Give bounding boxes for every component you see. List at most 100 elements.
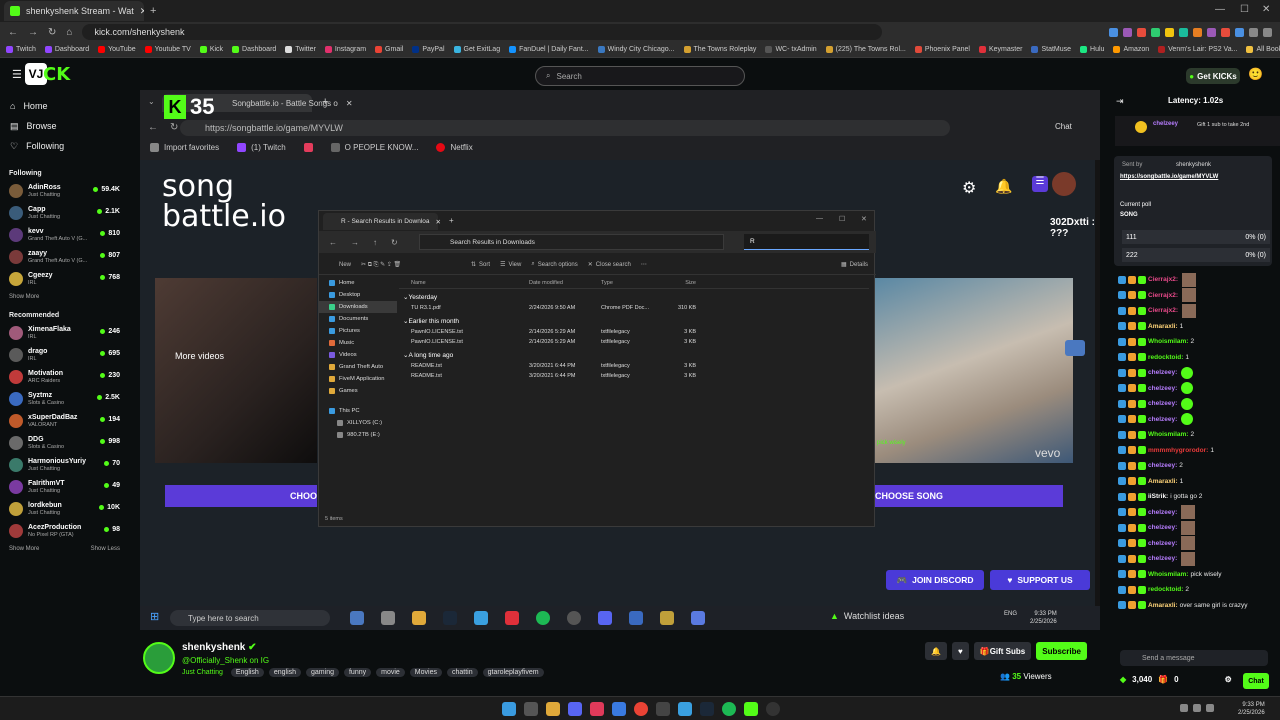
channel-item[interactable]: XimenaFlaka IRL 246: [0, 322, 130, 344]
browser-tab[interactable]: shenkyshenk Stream - Wat ✕: [4, 1, 144, 21]
channel-item[interactable]: AdinRoss Just Chatting 59.4K: [0, 180, 130, 202]
chat-username[interactable]: chelzeey:: [1148, 509, 1177, 516]
forward-icon[interactable]: →: [28, 27, 38, 38]
stream-player[interactable]: ⌄ Songbattle.io - Battle Songs o ✕ + K 35 …: [140, 90, 1100, 630]
bookmark-item[interactable]: Kick: [199, 46, 223, 53]
minimize-icon[interactable]: —: [1215, 4, 1225, 15]
channel-item[interactable]: FaIrithmVT Just Chatting 49: [0, 476, 130, 498]
bookmark-item[interactable]: Windy City Chicago...: [597, 46, 675, 53]
gift-subs-button[interactable]: 🎁 Gift Subs: [973, 642, 1032, 660]
new-tab-icon[interactable]: +: [150, 5, 156, 17]
chat-username[interactable]: chelzeey:: [1148, 385, 1177, 392]
volume-icon[interactable]: [1206, 704, 1214, 712]
chat-username[interactable]: redocktoid:: [1148, 354, 1183, 361]
chat-username[interactable]: mmmmhygrorodor:: [1148, 447, 1208, 454]
collapse-chat-icon[interactable]: ⇥: [1116, 96, 1124, 107]
bookmark-item[interactable]: Gmail: [375, 46, 403, 53]
channel-item[interactable]: Capp Just Chatting 2.1K: [0, 202, 130, 224]
kick-logo[interactable]: VJ CK: [25, 63, 80, 85]
nav-browse[interactable]: ▤ Browse: [0, 116, 130, 136]
stream-tag[interactable]: Movies: [409, 668, 442, 677]
stream-category[interactable]: Just Chatting: [182, 669, 223, 676]
nav-following[interactable]: ♡ Following: [0, 136, 130, 156]
maximize-icon[interactable]: ☐: [1240, 4, 1249, 15]
chat-username[interactable]: chelzeey:: [1148, 540, 1177, 547]
settings-icon[interactable]: ⚙: [1225, 675, 1232, 684]
bookmark-item[interactable]: PayPal: [412, 46, 445, 53]
chat-username[interactable]: chelzeey:: [1148, 462, 1177, 469]
extension-icon[interactable]: [1179, 27, 1188, 37]
bookmark-item[interactable]: FanDuel | Daily Fant...: [509, 46, 589, 53]
chat-username[interactable]: Whoismilam:: [1148, 571, 1188, 578]
extension-icon[interactable]: [1221, 27, 1230, 37]
stream-tag[interactable]: english: [268, 668, 302, 677]
chat-username[interactable]: Amaraxli:: [1148, 602, 1178, 609]
extension-icon[interactable]: [1165, 27, 1174, 37]
bookmark-item[interactable]: Dashboard: [44, 46, 89, 53]
channel-item[interactable]: kevv Grand Theft Auto V (G... 810: [0, 224, 130, 246]
kick-icon[interactable]: [744, 702, 758, 716]
reload-icon[interactable]: ↻: [48, 27, 56, 38]
app-icon[interactable]: [612, 702, 626, 716]
chat-username[interactable]: chelzeey:: [1148, 369, 1177, 376]
extension-icon[interactable]: [1123, 27, 1132, 37]
channel-item[interactable]: DDG Slots & Casino 998: [0, 432, 130, 454]
windows-icon[interactable]: [502, 702, 516, 716]
chat-username[interactable]: Cierrajx2:: [1148, 292, 1178, 299]
chat-username[interactable]: chelzeey:: [1148, 524, 1177, 531]
obs-icon[interactable]: [766, 702, 780, 716]
bookmark-item[interactable]: The Towns Roleplay: [683, 46, 756, 53]
extension-icon[interactable]: [1137, 27, 1146, 37]
channel-item[interactable]: Syztmz Slots & Casino 2.5K: [0, 388, 130, 410]
show-more-following[interactable]: Show More: [0, 290, 130, 304]
stream-tag[interactable]: movie: [376, 668, 405, 677]
chat-send-button[interactable]: Chat: [1243, 673, 1269, 689]
search-icon[interactable]: [524, 702, 538, 716]
home-icon[interactable]: ⌂: [66, 27, 72, 38]
bookmark-item[interactable]: Phoenix Panel: [914, 46, 970, 53]
bookmark-item[interactable]: Keymaster: [979, 46, 1022, 53]
stream-tag[interactable]: gtaroleplayfivem: [482, 668, 544, 677]
stream-tag[interactable]: funny: [343, 668, 372, 677]
poll-option[interactable]: 222 0% (0): [1122, 248, 1270, 262]
show-less-label[interactable]: Show Less: [91, 546, 120, 552]
bookmark-item[interactable]: Twitter: [285, 46, 316, 53]
chat-username[interactable]: Amaraxli:: [1148, 323, 1178, 330]
bookmark-item[interactable]: StatMuse: [1031, 46, 1071, 53]
chat-username[interactable]: chelzeey:: [1148, 400, 1177, 407]
chat-username[interactable]: redocktoid:: [1148, 586, 1183, 593]
bookmark-item[interactable]: Get ExitLag: [453, 46, 500, 53]
channel-item[interactable]: xSuperDadBaz VALORANT 194: [0, 410, 130, 432]
close-icon[interactable]: ✕: [140, 6, 144, 17]
app-icon[interactable]: [656, 702, 670, 716]
extension-icon[interactable]: [1249, 27, 1258, 37]
extension-icon[interactable]: [1235, 27, 1244, 37]
extension-icon[interactable]: [1207, 27, 1216, 37]
extension-icon[interactable]: [1151, 27, 1160, 37]
bookmark-item[interactable]: Dashboard: [232, 46, 276, 53]
chat-username[interactable]: chelzeey:: [1148, 555, 1177, 562]
extension-icon[interactable]: [1193, 27, 1202, 37]
bookmark-item[interactable]: Hulu: [1080, 46, 1104, 53]
bookmark-item[interactable]: WC- txAdmin: [765, 46, 817, 53]
stream-tag[interactable]: English: [230, 668, 264, 677]
channel-item[interactable]: Cgeezy IRL 768: [0, 268, 130, 290]
bookmark-item[interactable]: Amazon: [1113, 46, 1149, 53]
close-window-icon[interactable]: ✕: [1262, 4, 1270, 15]
show-more-recommended[interactable]: Show More Show Less: [0, 542, 130, 556]
channel-item[interactable]: AcezProduction No Pixel RP (GTA) 98: [0, 520, 130, 542]
bookmark-item[interactable]: YouTube: [98, 46, 136, 53]
chat-username[interactable]: iiStrik:: [1148, 493, 1168, 500]
sent-link[interactable]: https://songbattle.io/game/MYVLW: [1120, 174, 1218, 180]
folder-icon[interactable]: [546, 702, 560, 716]
bookmark-item[interactable]: Youtube TV: [144, 46, 191, 53]
channel-item[interactable]: HarmoniousYuriy Just Chatting 70: [0, 454, 130, 476]
chat-username[interactable]: Amaraxli:: [1148, 478, 1178, 485]
avatar[interactable]: 🙂: [1248, 67, 1263, 81]
chat-username[interactable]: Cierrajx2:: [1148, 307, 1178, 314]
channel-item[interactable]: drago IRL 695: [0, 344, 130, 366]
chat-username[interactable]: Cierrajx2:: [1148, 276, 1178, 283]
channel-item[interactable]: zaayy Grand Theft Auto V (G... 807: [0, 246, 130, 268]
stream-tag[interactable]: gaming: [306, 668, 339, 677]
edge-icon[interactable]: [678, 702, 692, 716]
